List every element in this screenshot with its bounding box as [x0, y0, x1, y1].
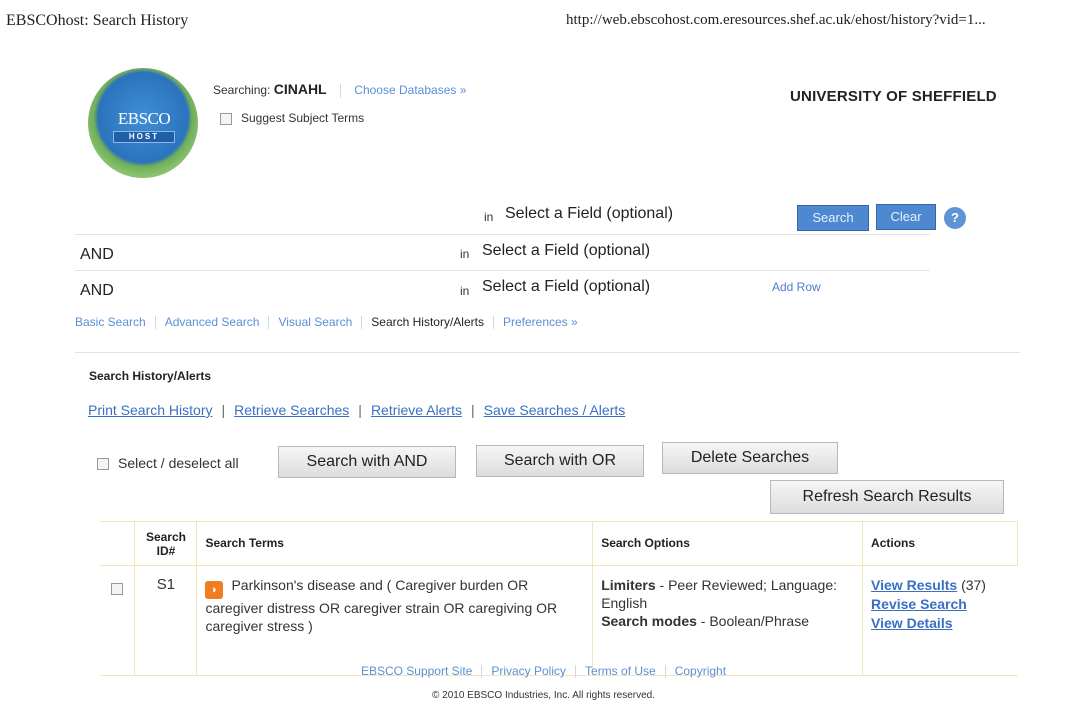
ebscohost-logo-text: EBSCO HOST [108, 110, 180, 154]
search-history-table: Search ID# Search Terms Search Options A… [100, 521, 1018, 676]
select-all-label: Select / deselect all [118, 455, 239, 471]
separator [339, 83, 341, 98]
in-label: in [484, 210, 494, 224]
search-input-3[interactable] [130, 276, 450, 302]
rss-feed-icon[interactable]: ◗ [205, 581, 224, 599]
row-divider [75, 270, 930, 271]
retrieve-searches-link[interactable]: Retrieve Searches [234, 402, 349, 418]
tab-visual-search[interactable]: Visual Search [278, 315, 352, 329]
save-searches-alerts-link[interactable]: Save Searches / Alerts [484, 402, 626, 418]
search-input-2[interactable] [130, 240, 450, 266]
in-label: in [460, 284, 470, 298]
ebsco-support-site-link[interactable]: EBSCO Support Site [361, 664, 472, 678]
suggest-label: Suggest Subject Terms [241, 111, 365, 125]
search-id-header-line1: Search [145, 530, 186, 544]
tab-preferences[interactable]: Preferences » [503, 315, 578, 329]
search-with-and-button[interactable]: Search with AND [278, 446, 456, 478]
history-action-links: Print Search History | Retrieve Searches | R… [88, 402, 625, 418]
copyright-link[interactable]: Copyright [675, 664, 726, 678]
search-input-1[interactable] [75, 202, 475, 230]
separator [268, 316, 270, 330]
print-page-title: EBSCOhost: Search History [6, 12, 189, 29]
separator [492, 316, 494, 330]
separator [481, 665, 483, 679]
search-terms-header: Search Terms [196, 521, 594, 566]
table-row: S1 ◗ Parkinson's disease and ( Caregiver … [100, 565, 1018, 676]
separator: | [358, 402, 362, 418]
in-label: in [460, 247, 470, 261]
actions-cell: View Results (37) Revise Search View Det… [862, 565, 1018, 676]
search-with-or-button[interactable]: Search with OR [476, 445, 644, 477]
separator [361, 316, 363, 330]
row-divider [75, 234, 930, 235]
footer-links: EBSCO Support Site Privacy Policy Terms of… [0, 664, 1087, 679]
table-header-row: Search ID# Search Terms Search Options A… [100, 521, 1018, 566]
limiters-label: Limiters [601, 577, 656, 593]
boolean-select-3[interactable]: AND [80, 282, 114, 300]
search-id-cell: S1 [134, 565, 198, 676]
help-icon[interactable]: ? [944, 207, 966, 229]
separator: | [221, 402, 226, 418]
search-terms-cell: ◗ Parkinson's disease and ( Caregiver bur… [196, 565, 594, 676]
row-checkbox-cell [100, 565, 136, 676]
copyright-text: © 2010 EBSCO Industries, Inc. All rights… [431, 690, 656, 701]
clear-button[interactable]: Clear [876, 204, 936, 230]
section-divider [75, 352, 1020, 353]
tab-advanced-search[interactable]: Advanced Search [165, 315, 260, 329]
search-options-header: Search Options [592, 521, 864, 566]
view-details-link[interactable]: View Details [871, 614, 1009, 633]
institution-name: UNIVERSITY OF SHEFFIELD [790, 88, 997, 105]
revise-search-link[interactable]: Revise Search [871, 595, 1009, 614]
search-terms-text: Parkinson's disease and ( Caregiver burd… [205, 577, 558, 634]
search-id-header-line2: ID# [156, 544, 176, 558]
suggest-subject-terms[interactable]: Suggest Subject Terms [220, 111, 364, 125]
logo-line1: EBSCO [117, 109, 171, 128]
searching-database: Searching: CINAHL Choose Databases » [213, 81, 466, 98]
separator: | [470, 402, 475, 418]
result-count: (37) [961, 577, 986, 593]
tab-search-history[interactable]: Search History/Alerts [371, 315, 484, 329]
search-options-cell: Limiters - Peer Reviewed; Language: Engl… [592, 565, 864, 676]
search-modes-value: - Boolean/Phrase [696, 613, 809, 629]
actions-header: Actions [862, 521, 1018, 566]
search-nav-tabs: Basic Search Advanced Search Visual Search… [75, 315, 578, 330]
print-page-url: http://web.ebscohost.com.eresources.shef… [566, 12, 986, 28]
terms-of-use-link[interactable]: Terms of Use [585, 664, 656, 678]
section-title: Search History/Alerts [89, 369, 212, 383]
select-all-checkbox[interactable] [97, 458, 109, 471]
add-row-link[interactable]: Add Row [772, 280, 821, 294]
tab-basic-search[interactable]: Basic Search [75, 315, 146, 329]
retrieve-alerts-link[interactable]: Retrieve Alerts [371, 402, 462, 418]
search-button[interactable]: Search [797, 205, 869, 231]
database-name: CINAHL [273, 81, 327, 97]
checkbox-header [100, 521, 136, 566]
print-search-history-link[interactable]: Print Search History [88, 402, 212, 418]
row-checkbox[interactable] [111, 583, 124, 596]
separator [664, 665, 666, 679]
choose-databases-link[interactable]: Choose Databases » [354, 83, 466, 97]
logo-line2: HOST [113, 131, 175, 143]
field-select-2[interactable]: Select a Field (optional) [482, 242, 650, 260]
search-modes-label: Search modes [601, 613, 697, 629]
delete-searches-button[interactable]: Delete Searches [662, 442, 838, 474]
field-select-3[interactable]: Select a Field (optional) [482, 278, 650, 296]
field-select-1[interactable]: Select a Field (optional) [505, 205, 673, 223]
separator [154, 316, 156, 330]
suggest-checkbox[interactable] [220, 112, 232, 125]
searching-label: Searching: [213, 83, 271, 97]
view-results-line: View Results (37) [871, 576, 1009, 595]
search-id-header: Search ID# [134, 521, 198, 566]
separator [575, 665, 577, 679]
refresh-search-results-button[interactable]: Refresh Search Results [770, 480, 1004, 514]
boolean-select-2[interactable]: AND [80, 246, 114, 264]
view-results-link[interactable]: View Results [871, 577, 957, 593]
select-all[interactable]: Select / deselect all [97, 455, 239, 471]
privacy-policy-link[interactable]: Privacy Policy [491, 664, 566, 678]
